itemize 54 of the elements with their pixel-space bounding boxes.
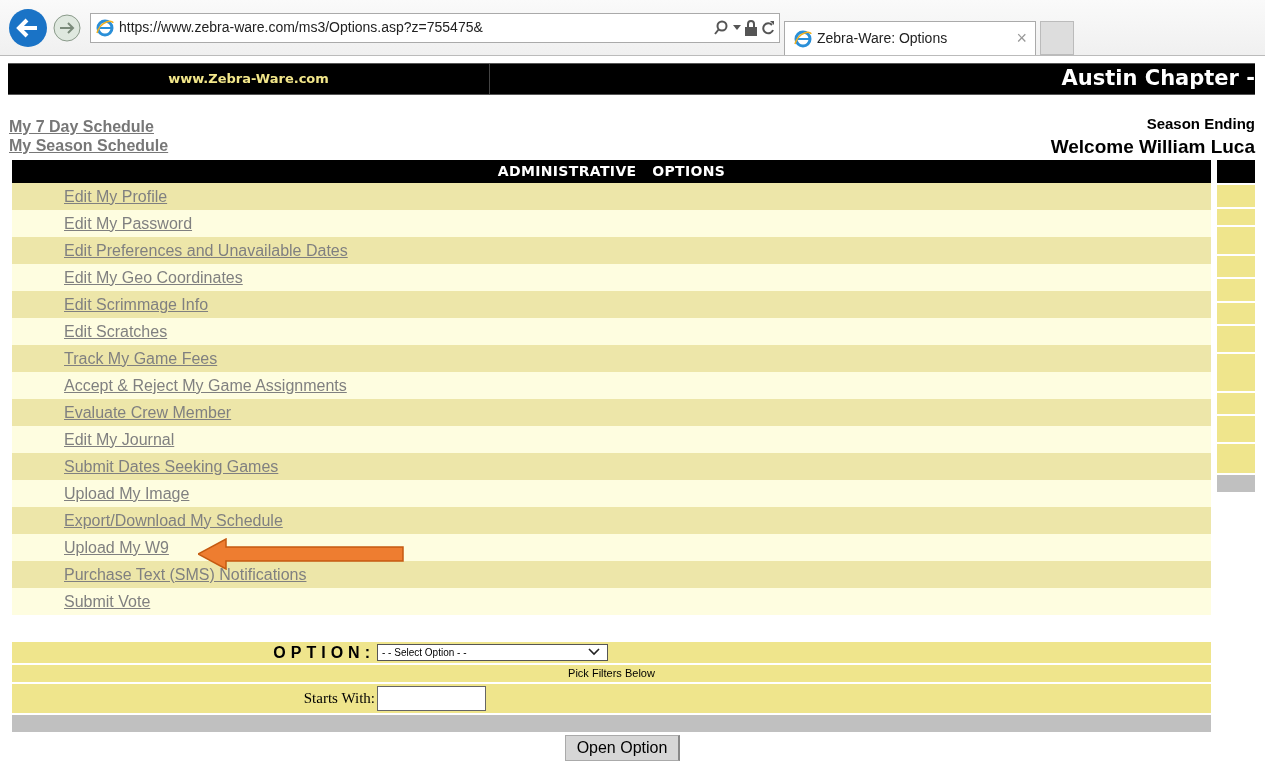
option-link[interactable]: Evaluate Crew Member bbox=[64, 400, 232, 425]
browser-icon bbox=[95, 17, 115, 38]
close-button[interactable]: × bbox=[1016, 25, 1027, 52]
option-link[interactable]: Edit Scratches bbox=[64, 319, 168, 344]
side-cell bbox=[1217, 393, 1255, 414]
chapter-title: Austin Chapter - bbox=[1061, 65, 1255, 93]
starts-with-field[interactable] bbox=[377, 686, 486, 711]
search-icon bbox=[713, 19, 729, 36]
filters-hint: Pick Filters Below bbox=[568, 666, 655, 682]
schedule-link[interactable]: My Season Schedule bbox=[9, 136, 169, 155]
tab-title: Zebra-Ware: Options bbox=[817, 29, 949, 48]
option-link[interactable]: Edit My Geo Coordinates bbox=[64, 265, 243, 290]
address-bar[interactable]: https://www.zebra-ware.com/ms3/Options.asp?z=755475& bbox=[90, 12, 780, 43]
option-label: OPTION: bbox=[273, 642, 375, 663]
side-cell bbox=[1217, 279, 1255, 301]
side-cell bbox=[1217, 416, 1255, 442]
option-link[interactable]: Purchase Text (SMS) Notifications bbox=[64, 562, 307, 587]
option-link[interactable]: Upload My Image bbox=[64, 481, 190, 506]
header-text: ADMINISTRATIVE OPTIONS bbox=[497, 162, 726, 181]
option-link[interactable]: Edit My Journal bbox=[64, 427, 175, 452]
side-cell bbox=[1217, 303, 1255, 324]
lock-icon bbox=[745, 19, 757, 36]
chevron-down-icon bbox=[588, 648, 600, 656]
option-link[interactable]: Edit Scrimmage Info bbox=[64, 292, 209, 317]
starts-with-label: Starts With: bbox=[303, 689, 375, 709]
schedule-link[interactable]: My 7 Day Schedule bbox=[9, 117, 154, 136]
site-name: www.Zebra-Ware.com bbox=[168, 70, 329, 89]
browser-icon bbox=[793, 28, 813, 49]
season-text: Season Ending bbox=[1146, 114, 1255, 134]
side-cell bbox=[1217, 444, 1255, 473]
option-link[interactable]: Edit My Password bbox=[64, 211, 193, 236]
back-button[interactable] bbox=[8, 7, 48, 48]
side-footer-cell bbox=[1217, 475, 1255, 492]
refresh-icon bbox=[761, 19, 775, 36]
option-link[interactable]: Submit Vote bbox=[64, 589, 151, 614]
side-cell bbox=[1217, 209, 1255, 225]
side-cell bbox=[1217, 185, 1255, 207]
side-cell bbox=[1217, 227, 1255, 254]
option-link[interactable]: Submit Dates Seeking Games bbox=[64, 454, 279, 479]
option-link[interactable]: Track My Game Fees bbox=[64, 346, 218, 371]
browser-tab[interactable]: Zebra-Ware: Options × bbox=[784, 21, 1036, 55]
option-select[interactable]: - - Select Option - - bbox=[377, 644, 608, 661]
option-link[interactable]: Edit My Profile bbox=[64, 184, 168, 209]
open-option-button[interactable]: Open Option bbox=[564, 735, 681, 761]
caret-icon bbox=[733, 24, 741, 31]
forward-button[interactable] bbox=[52, 12, 82, 43]
welcome-text: Welcome William Luca bbox=[1050, 135, 1255, 158]
url-text: https://www.zebra-ware.com/ms3/Options.asp?z=755475& bbox=[119, 18, 484, 37]
option-link[interactable]: Upload My W9 bbox=[64, 535, 169, 560]
side-header-cell bbox=[1217, 160, 1255, 183]
side-cell bbox=[1217, 354, 1255, 391]
side-cell bbox=[1217, 326, 1255, 352]
side-cell bbox=[1217, 256, 1255, 277]
option-link[interactable]: Export/Download My Schedule bbox=[64, 508, 283, 533]
